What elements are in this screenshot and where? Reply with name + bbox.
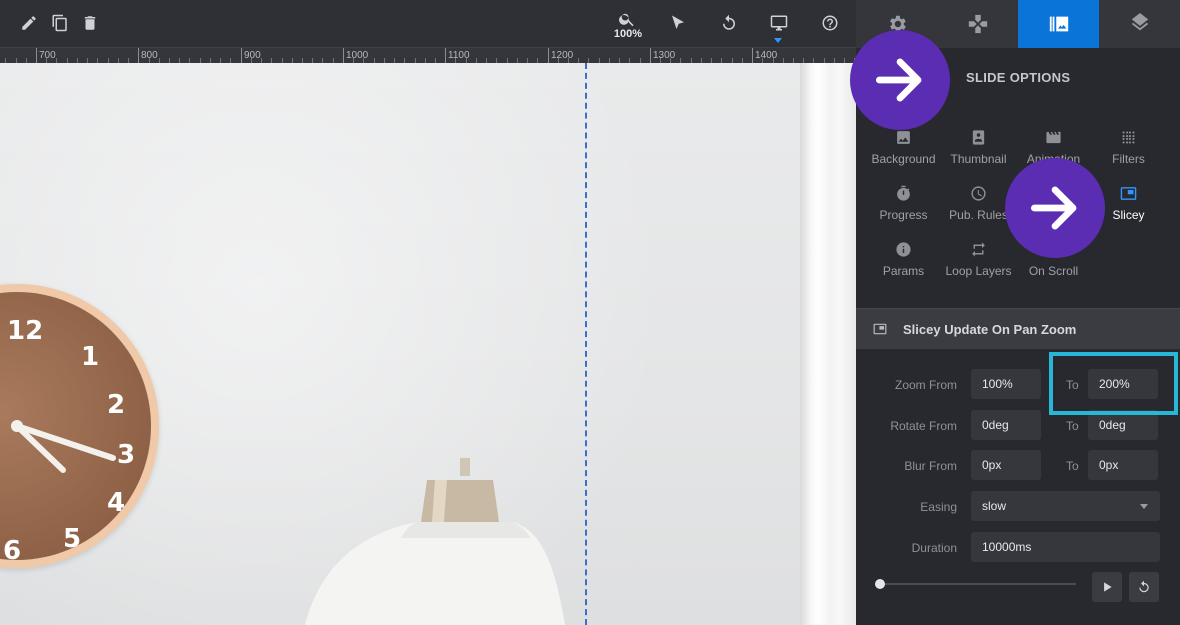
- ruler-label: 1000: [346, 50, 369, 61]
- ruler-major-tick: [241, 48, 242, 64]
- easing-select[interactable]: slow: [971, 491, 1160, 521]
- ruler-major-tick: [752, 48, 753, 64]
- clock-icon: [971, 186, 986, 201]
- reset-button[interactable]: [1129, 572, 1159, 602]
- arrow-right-icon: [1030, 186, 1077, 230]
- help-icon[interactable]: [819, 12, 841, 34]
- copy-icon[interactable]: [49, 12, 71, 34]
- gamepad-icon: [968, 14, 987, 34]
- ruler-major-tick: [343, 48, 344, 64]
- easing-value: slow: [982, 499, 1007, 513]
- slide-canvas[interactable]: 12 1 2 3 4 5 6: [0, 63, 856, 625]
- play-button[interactable]: [1092, 572, 1122, 602]
- option-thumbnail[interactable]: Thumbnail: [941, 127, 1016, 173]
- horizontal-ruler: 700 800 900 1000 1100 1200 1300 1400: [0, 47, 856, 64]
- option-filters[interactable]: Filters: [1091, 127, 1166, 173]
- ruler-major-tick: [548, 48, 549, 64]
- ruler-major-tick: [650, 48, 651, 64]
- desk-lamp-image: [305, 458, 565, 625]
- editor-toolbar: 100%: [0, 0, 856, 47]
- ruler-label: 900: [244, 50, 261, 61]
- zoom-from-input[interactable]: 100%: [971, 369, 1041, 399]
- arrow-right-icon: [875, 58, 922, 102]
- blur-from-input[interactable]: 0px: [971, 450, 1041, 480]
- layers-icon: [1131, 13, 1148, 31]
- ruler-label: 800: [141, 50, 158, 61]
- chevron-down-icon: [1140, 504, 1148, 509]
- trash-icon[interactable]: [79, 12, 101, 34]
- search-zoom-icon[interactable]: [617, 10, 637, 28]
- annotation-arrow-badge-slide-options: [850, 30, 950, 130]
- ruler-major-tick: [36, 48, 37, 64]
- desktop-icon[interactable]: [768, 12, 790, 34]
- image-icon: [897, 131, 910, 144]
- ruler-major-tick: [138, 48, 139, 64]
- ruler-major-tick: [445, 48, 446, 64]
- rotate-from-label: Rotate From: [890, 419, 957, 433]
- annotation-highlight-box: [1049, 352, 1178, 415]
- option-params[interactable]: Params: [866, 239, 941, 285]
- annotation-arrow-badge-slicey: [1005, 158, 1105, 258]
- ruler-label: 1100: [448, 50, 470, 61]
- slide-image-icon: [1049, 16, 1068, 32]
- device-selected-indicator: [774, 38, 782, 43]
- picture-in-picture-icon: [1120, 187, 1137, 200]
- zoom-from-label: Zoom From: [894, 378, 957, 392]
- undo-icon[interactable]: [718, 12, 740, 34]
- film-icon: [1046, 131, 1061, 144]
- info-icon: [896, 242, 911, 257]
- stopwatch-icon: [897, 185, 910, 201]
- rotate-to-label: To: [1066, 419, 1079, 433]
- option-progress[interactable]: Progress: [866, 183, 941, 229]
- duration-input[interactable]: 10000ms: [971, 532, 1160, 562]
- ruler-label: 1200: [551, 50, 574, 61]
- cursor-icon[interactable]: [667, 12, 689, 34]
- play-icon: [1104, 582, 1112, 592]
- dots-grid-icon: [1122, 131, 1135, 144]
- rotate-from-input[interactable]: 0deg: [971, 410, 1041, 440]
- door-frame: [800, 63, 856, 625]
- tab-slide-options[interactable]: [1018, 0, 1099, 48]
- tab-navigation[interactable]: [937, 0, 1018, 48]
- option-background[interactable]: Background: [866, 127, 941, 173]
- tab-layers[interactable]: [1099, 0, 1180, 48]
- slicey-section-header[interactable]: Slicey Update On Pan Zoom: [856, 308, 1180, 349]
- duration-label: Duration: [911, 541, 957, 555]
- pencil-icon[interactable]: [18, 12, 40, 34]
- ruler-label: 700: [39, 50, 56, 61]
- wall-clock-image: 12 1 2 3 4 5 6: [0, 284, 159, 568]
- clock-face: 12 1 2 3 4 5 6: [0, 292, 151, 566]
- ruler-label: 1300: [653, 50, 676, 61]
- timeline-slider-thumb[interactable]: [875, 579, 885, 589]
- loop-icon: [972, 242, 985, 257]
- section-title: SLIDE OPTIONS: [966, 70, 1071, 85]
- blur-from-label: Blur From: [904, 459, 957, 473]
- vertical-guide-line[interactable]: [585, 63, 587, 625]
- easing-label: Easing: [920, 500, 957, 514]
- blur-to-label: To: [1066, 459, 1079, 473]
- blur-to-input[interactable]: 0px: [1088, 450, 1158, 480]
- portrait-icon: [972, 130, 985, 145]
- zoom-level: 100%: [613, 28, 643, 40]
- picture-in-picture-icon: [873, 323, 887, 335]
- option-loop-layers[interactable]: Loop Layers: [941, 239, 1016, 285]
- reset-icon: [1139, 580, 1149, 593]
- slicey-section-title: Slicey Update On Pan Zoom: [903, 322, 1077, 337]
- timeline-slider-track[interactable]: [881, 583, 1076, 585]
- ruler-label: 1400: [755, 50, 778, 61]
